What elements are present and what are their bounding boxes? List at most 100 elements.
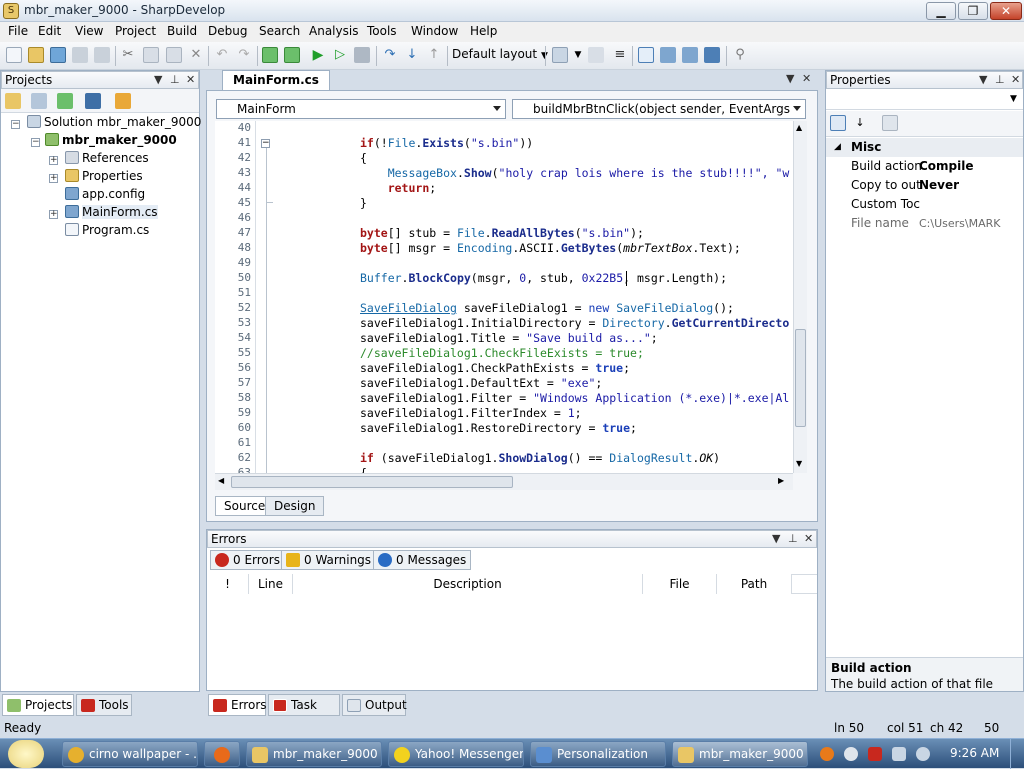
scroll-down-icon[interactable]: ▼	[796, 459, 802, 468]
tray-icon[interactable]	[892, 747, 906, 761]
pin-icon[interactable]: ⊥	[995, 72, 1005, 88]
tree-item-program[interactable]: Program.cs	[65, 223, 149, 237]
tab-output[interactable]: Output	[342, 694, 407, 716]
cut-icon[interactable]: ✂	[120, 47, 136, 63]
taskbar-item-browser[interactable]: cirno wallpaper - ...	[62, 741, 198, 767]
taskbar-item-folder[interactable]: mbr_maker_9000	[246, 741, 382, 767]
scroll-up-icon[interactable]: ▲	[796, 123, 802, 132]
show-all-files-icon[interactable]	[31, 93, 47, 109]
menu-window[interactable]: Window	[411, 24, 458, 38]
column-header-line[interactable]: Line	[249, 574, 293, 594]
categorized-icon[interactable]	[830, 115, 846, 131]
volume-icon[interactable]	[916, 747, 930, 761]
taskbar-item-yahoo[interactable]: Yahoo! Messenger	[388, 741, 524, 767]
tree-item-project[interactable]: mbr_maker_9000	[45, 133, 177, 147]
step-out-icon[interactable]: ↑	[426, 47, 442, 63]
rebuild-icon[interactable]	[284, 47, 300, 63]
run-without-debug-icon[interactable]: ▷	[332, 47, 348, 63]
monitor-icon[interactable]	[704, 47, 720, 63]
tree-item-references[interactable]: References	[65, 151, 149, 165]
chevron-down-icon[interactable]: ▼	[570, 47, 586, 63]
panel-menu-icon[interactable]: ▼	[772, 531, 780, 547]
menu-build[interactable]: Build	[167, 24, 197, 38]
warnings-filter-button[interactable]: 0 Warnings	[281, 550, 377, 570]
help-icon[interactable]	[844, 747, 858, 761]
menu-project[interactable]: Project	[115, 24, 156, 38]
vertical-scrollbar[interactable]: ▲ ▼	[793, 121, 807, 473]
window-icon[interactable]	[638, 47, 654, 63]
server-icon[interactable]	[660, 47, 676, 63]
undo-icon[interactable]: ↶	[214, 47, 230, 63]
tree-item-properties[interactable]: Properties	[65, 169, 143, 183]
property-row-file-name[interactable]: File name C:\Users\MARK ZU(	[826, 214, 1023, 233]
member-combo[interactable]: buildMbrBtnClick(object sender, EventArg…	[512, 99, 806, 134]
scroll-thumb[interactable]	[231, 476, 513, 488]
menu-file[interactable]: File	[8, 24, 28, 38]
start-button[interactable]	[8, 740, 44, 768]
collapse-icon[interactable]: −	[11, 120, 20, 129]
minimize-button[interactable]: ▁	[926, 2, 956, 20]
maximize-button[interactable]: ❐	[958, 2, 988, 20]
find-icon[interactable]: ⚲	[732, 47, 748, 63]
close-tab-icon[interactable]: ✕	[802, 72, 811, 85]
code-editor[interactable]: 40 41 42 43 44 45 46 47 48 49 50 51 52 5…	[215, 121, 795, 473]
tree-item-mainform[interactable]: MainForm.cs	[65, 205, 158, 219]
errors-filter-button[interactable]: 0 Errors	[210, 550, 285, 570]
fold-toggle-icon[interactable]: −	[261, 139, 270, 148]
property-category-misc[interactable]: ◢ Misc	[826, 138, 1023, 157]
pin-icon[interactable]: ⊥	[170, 72, 180, 88]
delete-icon[interactable]: ✕	[188, 47, 204, 63]
property-pages-icon[interactable]	[882, 115, 898, 131]
collapse-all-icon[interactable]	[85, 93, 101, 109]
taskbar-item-sharpdevelop[interactable]: mbr_maker_9000 ...	[672, 741, 808, 767]
taskbar-item-firefox[interactable]	[204, 741, 240, 767]
expand-icon[interactable]: +	[49, 210, 58, 219]
property-row-build-action[interactable]: Build action Compile	[826, 157, 1023, 176]
close-button[interactable]: ✕	[990, 2, 1022, 20]
property-row-custom-tool[interactable]: Custom Toc	[826, 195, 1023, 214]
bookmark-icon[interactable]	[552, 47, 568, 63]
network-icon[interactable]	[868, 747, 882, 761]
tab-projects[interactable]: Projects	[2, 694, 74, 716]
tab-design[interactable]: Design	[265, 496, 325, 516]
panel-menu-icon[interactable]: ▼	[154, 72, 162, 88]
tab-task-list[interactable]: Task List	[268, 694, 340, 732]
taskbar-item-personalization[interactable]: Personalization	[530, 741, 666, 767]
menu-debug[interactable]: Debug	[208, 24, 247, 38]
open-folder-icon[interactable]	[115, 93, 131, 109]
expand-icon[interactable]: +	[49, 174, 58, 183]
indent-icon[interactable]: ≡	[612, 47, 628, 63]
menu-edit[interactable]: Edit	[38, 24, 61, 38]
scroll-right-icon[interactable]: ▶	[778, 476, 784, 485]
menu-analysis[interactable]: Analysis	[309, 24, 358, 38]
horizontal-scrollbar[interactable]: ◀ ▶	[215, 473, 793, 490]
taskbar-clock[interactable]: 9:26 AM	[950, 746, 999, 760]
search-icon[interactable]	[820, 747, 834, 761]
menu-view[interactable]: View	[75, 24, 103, 38]
expand-icon[interactable]: +	[49, 156, 58, 165]
tab-mainform-cs[interactable]: MainForm.cs	[222, 70, 330, 90]
menu-tools[interactable]: Tools	[367, 24, 397, 38]
redo-icon[interactable]: ↷	[236, 47, 252, 63]
panel-close-icon[interactable]: ✕	[1011, 72, 1020, 88]
column-header-path[interactable]: Path	[717, 574, 792, 594]
panel-menu-icon[interactable]: ▼	[979, 72, 987, 88]
pin-icon[interactable]: ⊥	[788, 531, 798, 547]
refresh-icon[interactable]	[57, 93, 73, 109]
tab-list-icon[interactable]: ▼	[786, 72, 794, 85]
run-icon[interactable]: ▶	[310, 47, 326, 63]
tree-item-app-config[interactable]: app.config	[65, 187, 145, 201]
copy-icon[interactable]	[143, 47, 159, 63]
messages-filter-button[interactable]: 0 Messages	[373, 550, 472, 570]
collapse-icon[interactable]: −	[31, 138, 40, 147]
tab-errors[interactable]: Errors	[208, 694, 267, 716]
comment-icon[interactable]	[588, 47, 604, 63]
show-desktop-button[interactable]	[1010, 739, 1024, 769]
object-selector[interactable]: ▼	[826, 90, 1023, 110]
open-folder-icon[interactable]	[28, 47, 44, 63]
scroll-left-icon[interactable]: ◀	[218, 476, 224, 485]
new-file-icon[interactable]	[6, 47, 22, 63]
alphabetical-icon[interactable]: ↓	[852, 115, 868, 131]
paste-icon[interactable]	[166, 47, 182, 63]
column-header-description[interactable]: Description	[293, 574, 643, 594]
